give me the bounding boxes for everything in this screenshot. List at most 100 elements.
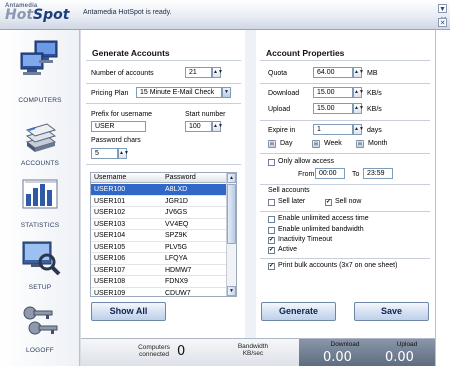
pricing-plan-label: Pricing Plan <box>91 90 129 97</box>
expire-unit: days <box>367 127 382 134</box>
unlimited-bandwidth-checkbox[interactable] <box>268 227 275 234</box>
prefix-input[interactable]: USER <box>91 121 146 132</box>
download-input[interactable]: 15.00 <box>313 87 353 98</box>
sell-later-checkbox[interactable] <box>268 199 275 206</box>
active-label: Active <box>278 246 298 253</box>
from-time-input[interactable]: 00:00 <box>315 168 345 179</box>
download-label: Download <box>268 90 300 97</box>
sell-now-label: Sell now <box>335 198 362 205</box>
sidebar-item-label: STATISTICS <box>20 222 60 229</box>
table-header: Username Password <box>91 173 227 183</box>
pricing-plan-select[interactable]: 15 Minute E-Mail Check <box>136 87 222 98</box>
divider <box>86 60 241 61</box>
upload-input[interactable]: 15.00 <box>313 103 353 114</box>
divider <box>86 83 241 84</box>
number-of-accounts-input[interactable]: 21 <box>185 67 212 78</box>
password-cell: JV6GS <box>165 209 188 216</box>
generate-button[interactable]: Generate <box>261 302 336 321</box>
accounts-table[interactable]: Username Password USER100 A8LXD USER101 JGR… <box>90 172 237 297</box>
minimize-glyph: ▼ <box>439 6 446 13</box>
save-button[interactable]: Save <box>354 302 429 321</box>
month-button[interactable]: ⊞ <box>356 140 364 148</box>
table-row[interactable]: USER102 JV6GS <box>91 207 227 219</box>
divider <box>260 184 430 185</box>
download-spinner[interactable]: ▲▼ <box>353 87 364 98</box>
upload-label: Upload <box>268 106 291 113</box>
minimize-button[interactable]: ▼ <box>438 4 447 13</box>
scroll-down-button[interactable]: ▼ <box>227 286 236 296</box>
to-label: To <box>352 171 360 178</box>
table-row[interactable]: USER100 A8LXD <box>91 184 227 196</box>
upload-unit: KB/s <box>367 106 382 113</box>
divider <box>260 60 430 61</box>
quota-input[interactable]: 64.00 <box>313 67 353 78</box>
quota-label: Quota <box>268 70 288 77</box>
table-row[interactable]: USER106 LFQYA <box>91 253 227 265</box>
quota-unit: MB <box>367 70 378 77</box>
week-label: Week <box>324 140 342 147</box>
main-panel: Generate Accounts Number of accounts 21 … <box>81 30 435 338</box>
expire-spinner[interactable]: ▲▼ <box>353 124 364 135</box>
quota-spinner[interactable]: ▲▼ <box>353 67 364 78</box>
password-chars-input[interactable]: 5 <box>91 148 118 159</box>
start-number-spinner[interactable]: ▲▼ <box>212 121 223 132</box>
scroll-up-button[interactable]: ▲ <box>227 173 236 183</box>
week-button[interactable]: ⊞ <box>312 140 320 148</box>
sidebar: COMPUTERS ACCOUNTS STATISTICS SETUP LOGO… <box>0 30 80 366</box>
column-header-username: Username <box>94 174 127 181</box>
show-all-button[interactable]: Show All <box>91 302 166 321</box>
expire-input[interactable]: 1 <box>313 124 353 135</box>
close-button[interactable]: ✕ <box>438 18 447 27</box>
print-bulk-checkbox[interactable]: ✓ <box>268 263 275 270</box>
divider <box>86 103 241 104</box>
inactivity-timeout-checkbox[interactable]: ✓ <box>268 237 275 244</box>
right-strip: ▼ ✕ <box>435 5 450 366</box>
password-chars-label: Password chars <box>91 137 141 144</box>
unlimited-access-checkbox[interactable] <box>268 216 275 223</box>
accounts-icon <box>25 123 57 152</box>
password-chars-spinner[interactable]: ▲▼ <box>118 148 129 159</box>
sidebar-item-computers[interactable]: COMPUTERS <box>0 36 80 108</box>
computers-connected-value: 0 <box>177 344 186 359</box>
sidebar-item-label: ACCOUNTS <box>20 160 60 167</box>
start-number-label: Start number <box>185 111 226 118</box>
close-glyph: ✕ <box>439 20 446 27</box>
setup-icon <box>22 241 61 276</box>
table-row[interactable]: USER105 PLV5G <box>91 242 227 253</box>
start-number-input[interactable]: 100 <box>185 121 212 132</box>
title-bar: Antamedia HotSpot Antamedia HotSpot is r… <box>0 0 450 30</box>
table-row[interactable]: USER101 JGR1D <box>91 196 227 207</box>
unlimited-access-label: Enable unlimited access time <box>278 215 369 222</box>
table-scrollbar[interactable]: ▲ ▼ <box>226 173 236 296</box>
column-header-password: Password <box>165 174 196 181</box>
to-time-input[interactable]: 23:59 <box>363 168 393 179</box>
username-cell: USER106 <box>94 255 126 262</box>
number-of-accounts-spinner[interactable]: ▲▼ <box>212 67 223 78</box>
day-button[interactable]: ⊞ <box>268 140 276 148</box>
upload-rate-label: Upload <box>396 341 418 348</box>
inactivity-timeout-label: Inactivity Timeout <box>278 236 333 243</box>
only-allow-checkbox[interactable] <box>268 159 275 166</box>
generate-accounts-title: Generate Accounts <box>92 48 170 58</box>
account-properties-section: Account Properties Quota 64.00 ▲▼ MB Dow… <box>256 30 435 338</box>
chevron-down-icon[interactable]: ▼ <box>222 87 231 98</box>
table-row[interactable]: USER103 VV4EQ <box>91 219 227 230</box>
active-checkbox[interactable]: ✓ <box>268 247 275 254</box>
password-cell: A8LXD <box>165 186 188 193</box>
table-row[interactable]: USER109 CDUW7 <box>91 288 227 297</box>
table-row[interactable]: USER104 SPZ9K <box>91 230 227 242</box>
divider <box>260 120 430 121</box>
sidebar-item-label: COMPUTERS <box>18 97 62 104</box>
table-row[interactable]: USER108 FDNX9 <box>91 276 227 288</box>
username-cell: USER107 <box>94 266 126 274</box>
password-cell: VV4EQ <box>165 220 189 228</box>
divider <box>260 153 430 154</box>
scroll-thumb[interactable] <box>227 184 236 244</box>
divider <box>260 258 430 259</box>
sidebar-item-logoff[interactable]: LOGOFF <box>0 296 80 366</box>
sidebar-item-statistics[interactable]: STATISTICS <box>0 170 80 242</box>
print-bulk-label: Print bulk accounts (3x7 on one sheet) <box>278 262 398 269</box>
table-row[interactable]: USER107 HDMW7 <box>91 265 227 276</box>
upload-spinner[interactable]: ▲▼ <box>353 103 364 114</box>
sell-now-checkbox[interactable]: ✓ <box>325 199 332 206</box>
